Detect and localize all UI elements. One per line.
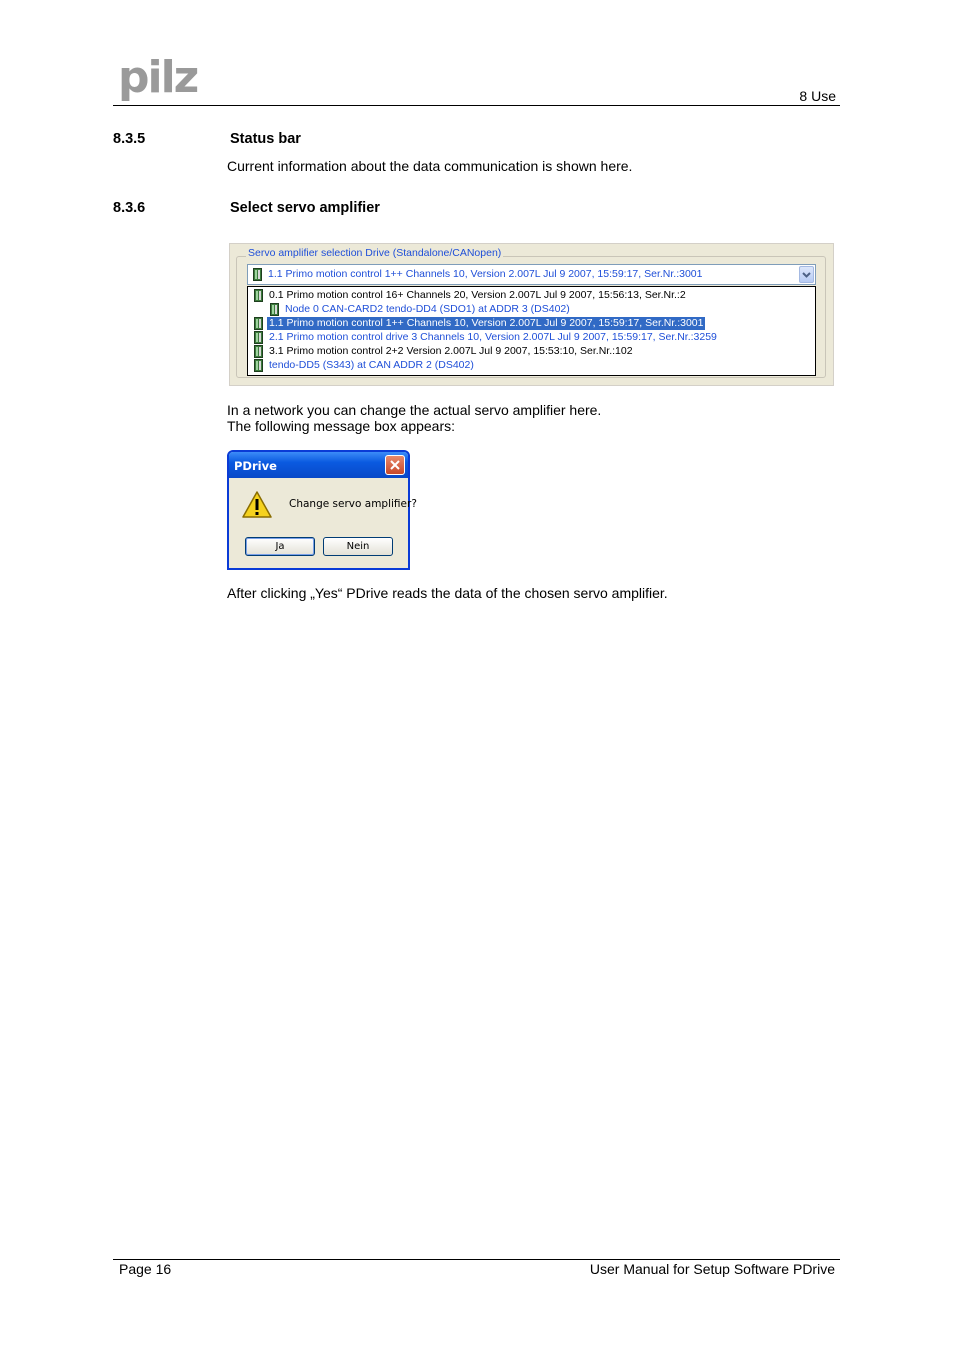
drive-icon [254,289,263,302]
servo-amplifier-list: 0.1 Primo motion control 16+ Channels 20… [247,286,816,376]
section-number: 8.3.5 [113,131,146,147]
section-body: Current information about the data commu… [227,158,633,174]
paragraph-line: The following message box appears: [227,418,456,434]
dialog-titlebar[interactable]: PDrive [229,452,408,478]
section-number: 8.3.6 [113,200,146,216]
dialog-message: Change servo amplifier? [289,498,417,510]
list-item-label: tendo-DD5 (S343) at CAN ADDR 2 (DS402) [269,359,474,371]
paragraph-line: In a network you can change the actual s… [227,402,602,418]
section-title: Select servo amplifier [230,200,380,216]
drive-icon [270,303,279,316]
drive-icon [254,345,263,358]
list-item-label: 0.1 Primo motion control 16+ Channels 20… [269,289,686,301]
close-icon [390,460,400,470]
chapter-label: 8 Use [799,88,836,104]
pilz-logo: pilz [118,56,200,102]
message-dialog: PDrive Change servo amplifier? Ja Nein [227,450,417,570]
drive-icon [254,331,263,344]
no-button[interactable]: Nein [323,537,393,556]
dialog-title: PDrive [234,459,277,473]
list-item-label: 3.1 Primo motion control 2+2 Version 2.0… [269,345,633,357]
close-button[interactable] [385,455,405,475]
servo-amplifier-combo[interactable]: 1.1 Primo motion control 1++ Channels 10… [247,264,816,285]
list-item-label: Node 0 CAN-CARD2 tendo-DD4 (SDO1) at ADD… [285,303,570,315]
combo-value: 1.1 Primo motion control 1++ Channels 10… [268,268,703,280]
drive-icon [253,268,262,281]
footer-rule [113,1259,840,1260]
chevron-down-icon [802,272,811,278]
paragraph-line: After clicking „Yes“ PDrive reads the da… [227,585,668,601]
document-title: User Manual for Setup Software PDrive [589,1261,835,1277]
drive-icon [254,317,263,330]
warning-icon [242,491,272,518]
list-item-label: 1.1 Primo motion control 1++ Channels 10… [267,317,706,330]
list-item-label: 2.1 Primo motion control drive 3 Channel… [269,331,717,343]
yes-button[interactable]: Ja [245,537,315,556]
group-label: Servo amplifier selection Drive (Standal… [246,247,504,259]
dropdown-button[interactable] [799,266,814,283]
drive-icon [254,359,263,372]
svg-text:pilz: pilz [118,56,198,102]
header-rule [113,105,840,106]
section-title: Status bar [230,131,301,147]
page-number: Page 16 [119,1261,172,1277]
